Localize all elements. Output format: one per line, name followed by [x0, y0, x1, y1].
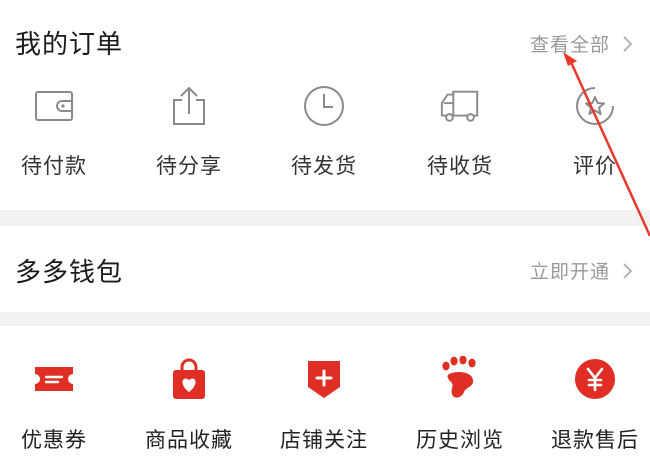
order-item-label: 评价	[573, 154, 617, 178]
services-card: 优惠券 商品收藏 店铺关注 历史浏览 退款售后	[0, 326, 650, 458]
view-all-label: 查看全部	[529, 34, 610, 56]
favorite-bag-icon	[166, 356, 212, 402]
order-item-label: 待收货	[427, 154, 493, 178]
activate-wallet-link[interactable]: 立即开通	[530, 257, 636, 284]
service-item-label: 店铺关注	[280, 428, 368, 452]
activate-wallet-label: 立即开通	[529, 261, 610, 283]
truck-icon	[438, 84, 482, 128]
orders-card: 我的订单 查看全部 待付款 待分享 待发货 待收货 评价	[0, 0, 650, 210]
service-item-label: 历史浏览	[416, 428, 504, 452]
screen: 我的订单 查看全部 待付款 待分享 待发货 待收货 评价 多多钱包 立即开通 优…	[0, 0, 650, 458]
store-follow-icon	[301, 356, 347, 402]
orders-title: 我的订单	[15, 30, 124, 60]
service-item-label: 优惠券	[21, 428, 87, 452]
wallet-icon	[32, 84, 76, 128]
order-item-label: 待发货	[291, 154, 357, 178]
chevron-right-icon	[623, 262, 633, 279]
wallet-title: 多多钱包	[15, 258, 124, 288]
order-item-pending-receipt[interactable]: 待收货	[405, 84, 515, 180]
review-icon	[573, 84, 617, 128]
refund-icon	[572, 356, 618, 402]
service-item-followed-stores[interactable]: 店铺关注	[269, 356, 379, 454]
service-item-label: 退款售后	[551, 428, 639, 452]
order-item-pending-payment[interactable]: 待付款	[0, 84, 109, 180]
footprint-icon	[437, 356, 483, 402]
coupon-icon	[31, 356, 77, 402]
service-item-browsing-history[interactable]: 历史浏览	[405, 356, 515, 454]
order-item-label: 待付款	[21, 154, 87, 178]
view-all-orders-link[interactable]: 查看全部	[530, 30, 636, 57]
order-item-label: 待分享	[156, 154, 222, 178]
service-item-refunds[interactable]: 退款售后	[540, 356, 650, 454]
clock-icon	[302, 84, 346, 128]
order-item-pending-shipment[interactable]: 待发货	[269, 84, 379, 180]
wallet-card[interactable]: 多多钱包 立即开通	[0, 226, 650, 312]
service-item-label: 商品收藏	[145, 428, 233, 452]
order-item-pending-share[interactable]: 待分享	[134, 84, 244, 180]
service-item-coupons[interactable]: 优惠券	[0, 356, 109, 454]
service-item-favorites[interactable]: 商品收藏	[134, 356, 244, 454]
share-icon	[167, 84, 211, 128]
order-item-review[interactable]: 评价	[540, 84, 650, 180]
chevron-right-icon	[623, 35, 633, 52]
